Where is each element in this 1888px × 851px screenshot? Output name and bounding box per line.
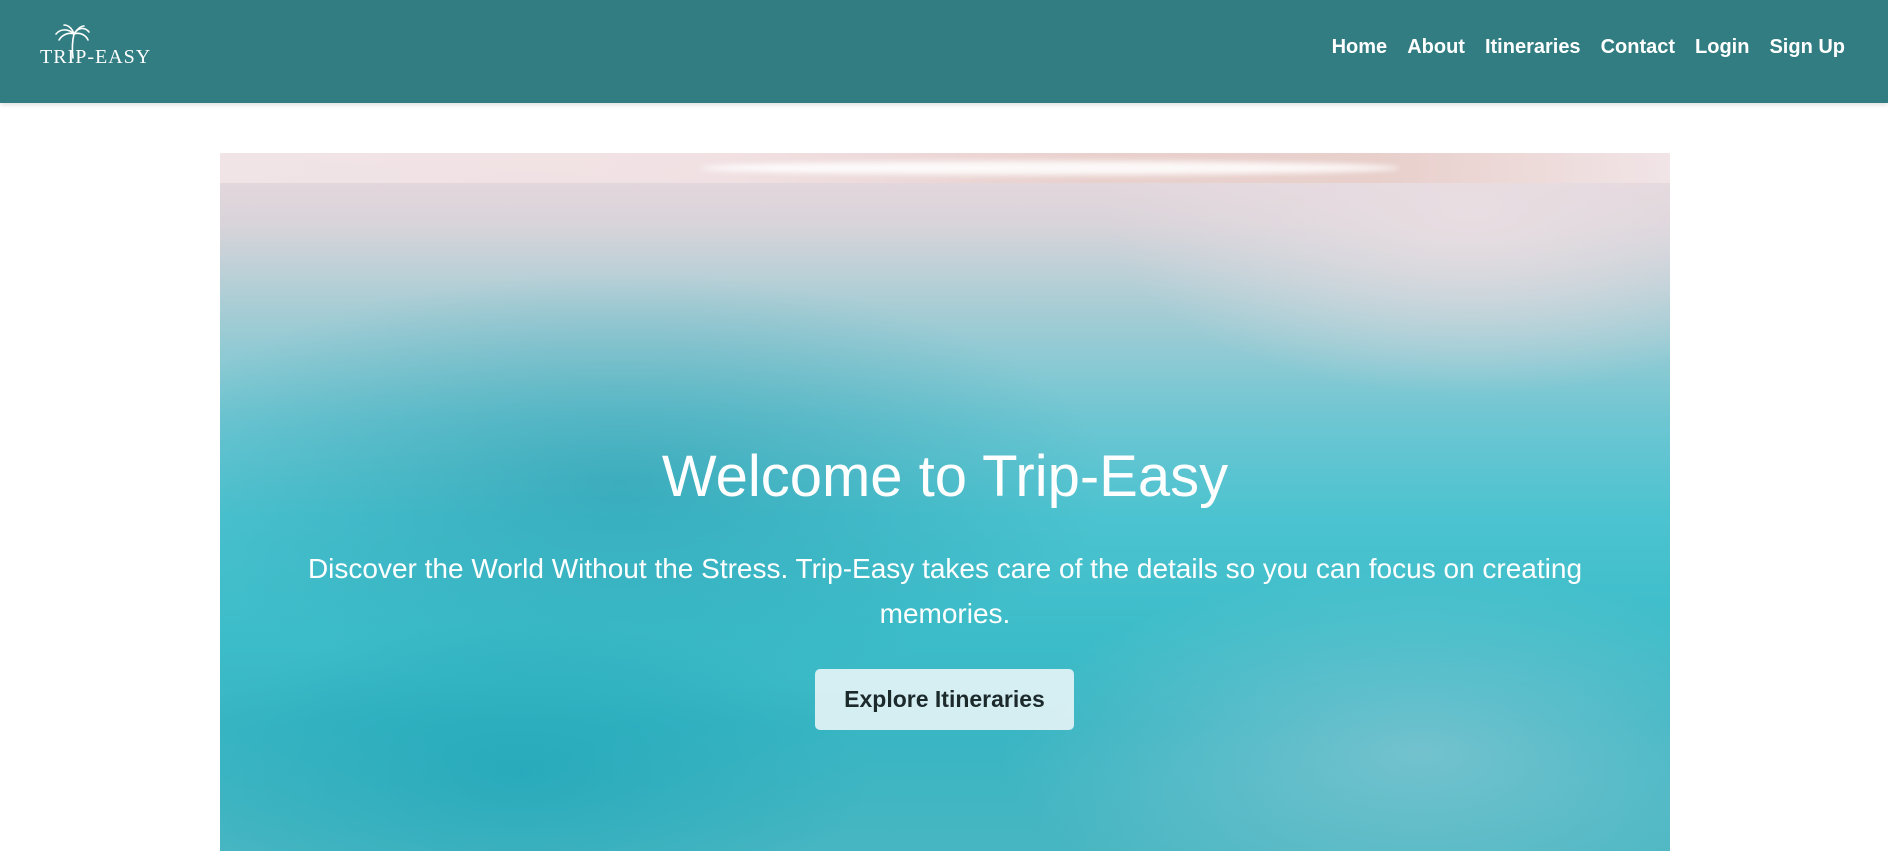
nav-signup-link[interactable]: Sign Up	[1769, 36, 1845, 59]
site-logo[interactable]: TRIP-EASY	[40, 24, 170, 74]
nav-itineraries-link[interactable]: Itineraries	[1485, 36, 1581, 59]
main-nav: Home About Itineraries Contact Login Sig…	[1312, 36, 1845, 59]
logo-text: TRIP-EASY	[40, 46, 152, 68]
hero-banner: Welcome to Trip-Easy Discover the World …	[220, 153, 1670, 851]
nav-about-link[interactable]: About	[1407, 36, 1465, 59]
hero-wave-foam	[700, 161, 1400, 175]
hero-subtitle: Discover the World Without the Stress. T…	[307, 553, 1583, 629]
explore-itineraries-button[interactable]: Explore Itineraries	[815, 669, 1074, 730]
nav-login-link[interactable]: Login	[1695, 36, 1749, 59]
hero-title: Welcome to Trip-Easy	[661, 444, 1229, 509]
nav-contact-link[interactable]: Contact	[1601, 36, 1675, 59]
nav-home-link[interactable]: Home	[1332, 36, 1388, 59]
navbar: TRIP-EASY Home About Itineraries Contact…	[0, 0, 1888, 103]
